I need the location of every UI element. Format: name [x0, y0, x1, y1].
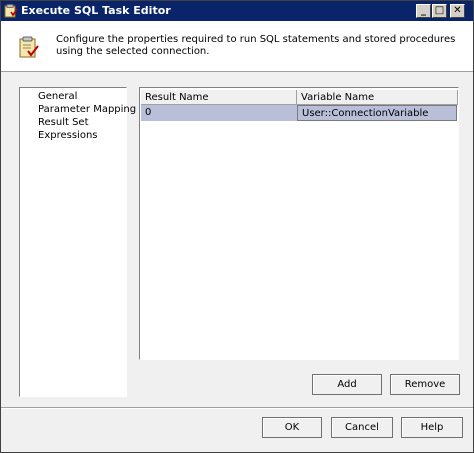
- close-button[interactable]: ✕: [450, 4, 465, 18]
- page-navigation-list: General Parameter Mapping Result Set Exp…: [19, 87, 136, 397]
- header-description: Configure the properties required to run…: [56, 34, 456, 57]
- nav-item-result-set[interactable]: Result Set: [38, 116, 89, 129]
- add-button[interactable]: Add: [312, 374, 382, 395]
- nav-item-general[interactable]: General: [38, 90, 77, 103]
- result-name-cell[interactable]: 0: [141, 105, 297, 121]
- column-header-result-name[interactable]: Result Name: [141, 90, 297, 105]
- result-set-grid: Result Name Variable Name 0 User::Connec…: [139, 87, 459, 360]
- nav-item-parameter-mapping[interactable]: Parameter Mapping: [38, 103, 136, 116]
- maximize-button[interactable]: □: [432, 4, 447, 18]
- task-editor-icon: [19, 36, 39, 58]
- execute-sql-task-editor-window: Execute SQL Task Editor _ □ ✕ Configure …: [0, 0, 474, 453]
- variable-name-cell[interactable]: User::ConnectionVariable: [297, 105, 457, 121]
- remove-button[interactable]: Remove: [390, 374, 460, 395]
- description-header: Configure the properties required to run…: [1, 21, 473, 72]
- table-row[interactable]: 0 User::ConnectionVariable: [141, 105, 457, 121]
- ok-button[interactable]: OK: [262, 417, 322, 438]
- cancel-button[interactable]: Cancel: [331, 417, 393, 438]
- nav-item-expressions[interactable]: Expressions: [38, 129, 98, 142]
- column-header-variable-name[interactable]: Variable Name: [297, 90, 458, 105]
- task-editor-icon: [4, 4, 18, 18]
- help-button[interactable]: Help: [401, 417, 463, 438]
- footer-separator: [1, 407, 473, 409]
- title-bar[interactable]: Execute SQL Task Editor _ □ ✕: [1, 1, 473, 21]
- minimize-button[interactable]: _: [416, 4, 431, 18]
- window-title: Execute SQL Task Editor: [21, 4, 171, 17]
